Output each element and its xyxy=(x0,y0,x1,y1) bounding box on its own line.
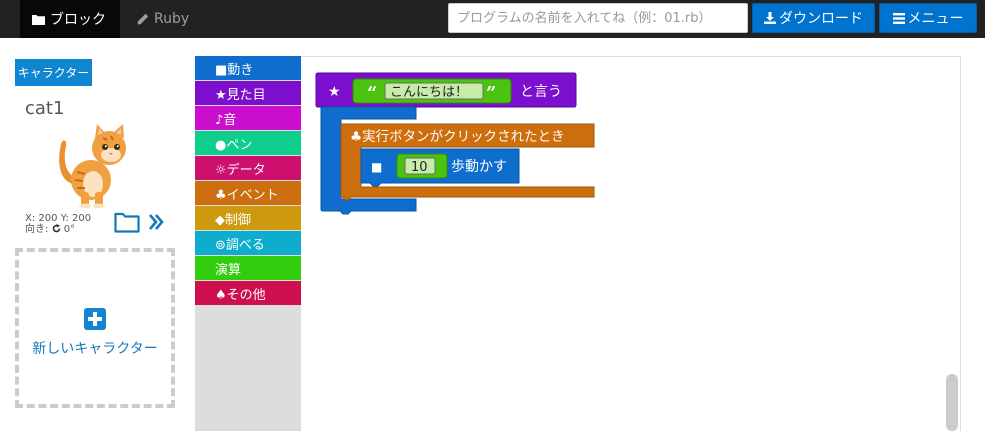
category-label: ⊚調べる xyxy=(215,237,265,253)
character-tab[interactable]: キャラクター xyxy=(15,59,92,86)
category-label: ★見た目 xyxy=(215,87,266,103)
menu-label: メニュー xyxy=(907,11,964,27)
category-label: ☼データ xyxy=(215,162,266,178)
say-suffix: と言う xyxy=(520,84,562,100)
direction-value: 0° xyxy=(63,224,76,235)
category-label: ♪音 xyxy=(215,112,237,128)
say-text-value[interactable]: こんにちは！ xyxy=(390,85,468,100)
rotate-icon xyxy=(52,224,60,233)
folder-open-icon xyxy=(32,14,45,25)
category-item[interactable]: ☼データ xyxy=(195,156,301,180)
category-item[interactable]: 演算 xyxy=(195,256,301,280)
tab-block-label: ブロック xyxy=(50,12,106,28)
block-workspace[interactable]: ★ “ こんにちは！ ” と言う ♣実行ボタンがクリックされたとき ■ 10 歩… xyxy=(301,56,961,431)
direction-label: 向き: xyxy=(25,224,49,235)
folder-icon[interactable] xyxy=(114,211,140,233)
workspace-scrollbar[interactable] xyxy=(946,374,958,431)
event-block-label: ♣実行ボタンがクリックされたとき xyxy=(350,129,565,145)
double-chevron-right-icon[interactable] xyxy=(148,213,164,231)
say-star-icon: ★ xyxy=(328,84,341,100)
character-name: cat1 xyxy=(25,98,65,119)
download-label: ダウンロード xyxy=(779,11,863,27)
category-label: ♣イベント xyxy=(215,187,279,203)
tab-ruby[interactable]: Ruby xyxy=(137,0,189,38)
new-character-button[interactable]: 新しいキャラクター xyxy=(15,248,175,408)
category-item[interactable]: ♣イベント xyxy=(195,181,301,205)
direction-readout: 向き: 0° xyxy=(25,224,91,235)
move-steps-value[interactable]: 10 xyxy=(411,160,428,175)
download-button[interactable]: ダウンロード xyxy=(752,3,875,33)
download-icon xyxy=(764,12,776,24)
cat-sprite[interactable] xyxy=(55,122,135,208)
category-label: ■動き xyxy=(215,62,254,78)
category-item[interactable]: ♠その他 xyxy=(195,281,301,305)
new-character-label: 新しいキャラクター xyxy=(32,341,158,357)
tab-block[interactable]: ブロック xyxy=(20,0,120,38)
category-item[interactable]: ◆制御 xyxy=(195,206,301,230)
category-item[interactable]: ★見た目 xyxy=(195,81,301,105)
plus-icon xyxy=(84,308,106,330)
pencil-icon xyxy=(137,13,149,25)
tab-ruby-label: Ruby xyxy=(154,11,190,27)
move-square-icon: ■ xyxy=(371,160,382,174)
category-label: ◆制御 xyxy=(215,212,251,228)
category-label: 演算 xyxy=(215,262,242,278)
category-item[interactable]: ⊚調べる xyxy=(195,231,301,255)
menu-button[interactable]: メニュー xyxy=(879,3,977,33)
top-navbar: ブロック Ruby ダウンロード メニュー xyxy=(0,0,985,38)
block-script: ★ “ こんにちは！ ” と言う ♣実行ボタンがクリックされたとき ■ 10 歩… xyxy=(315,72,595,215)
move-suffix: 歩動かす xyxy=(451,159,507,175)
hamburger-icon xyxy=(892,12,905,24)
category-label: ●ペン xyxy=(215,137,253,153)
category-label: ♠その他 xyxy=(215,287,266,303)
category-item[interactable]: ■動き xyxy=(195,56,301,80)
category-item[interactable]: ♪音 xyxy=(195,106,301,130)
character-tab-label: キャラクター xyxy=(17,66,90,80)
program-name-input[interactable] xyxy=(448,3,748,33)
category-item[interactable]: ●ペン xyxy=(195,131,301,155)
position-readout: X: 200 Y: 200 xyxy=(25,213,92,224)
say-open-quote: “ xyxy=(367,83,377,104)
character-coords: X: 200 Y: 200 向き: 0° xyxy=(25,213,91,235)
say-close-quote: ” xyxy=(486,83,496,104)
